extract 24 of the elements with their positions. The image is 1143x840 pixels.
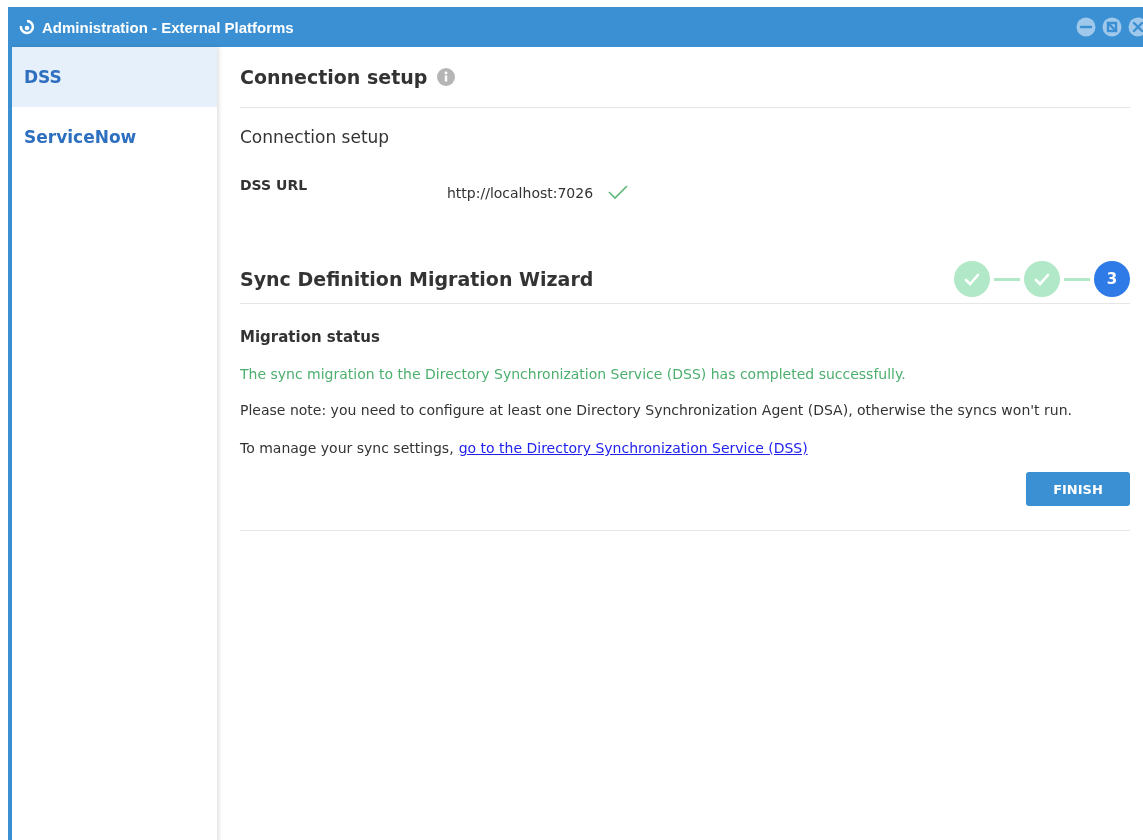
finish-button[interactable]: FINISH [1026,472,1130,506]
step-connector [1064,277,1090,281]
check-icon [964,272,980,286]
url-value: http://localhost:7026 [447,185,594,201]
sidebar-item[interactable]: ServiceNow [12,107,217,167]
subheading: Connection setup [240,127,391,147]
maximize-icon[interactable] [1102,17,1122,37]
step-connector [994,277,1020,281]
logo-icon [18,19,36,35]
minimize-icon[interactable] [1076,17,1096,37]
status-heading: Migration status [240,328,381,346]
field-label: DSS URL [240,177,309,193]
window-title: Administration - External Platforms [42,18,294,36]
close-icon[interactable] [1128,17,1143,37]
manage-text: To manage your sync settings, [240,440,454,456]
dss-link[interactable]: go to the Directory Synchronization Service (DSS) [458,440,808,456]
check-icon [1034,272,1050,286]
section-heading: Sync Definition Migration Wizard [240,268,594,290]
info-icon[interactable] [437,68,456,86]
success-message: The sync migration to the Directory Synchronization Service (DSS) has completed successfully. [240,366,907,382]
step-indicator: 3 [1094,261,1130,297]
sidebar-item[interactable]: DSS [12,47,217,107]
note-text: Please note: you need to configure at least one Directory Synchronization Agent (DSA), otherwise the syncs won't run. [240,402,1073,418]
section-heading: Connection setup [240,66,428,88]
